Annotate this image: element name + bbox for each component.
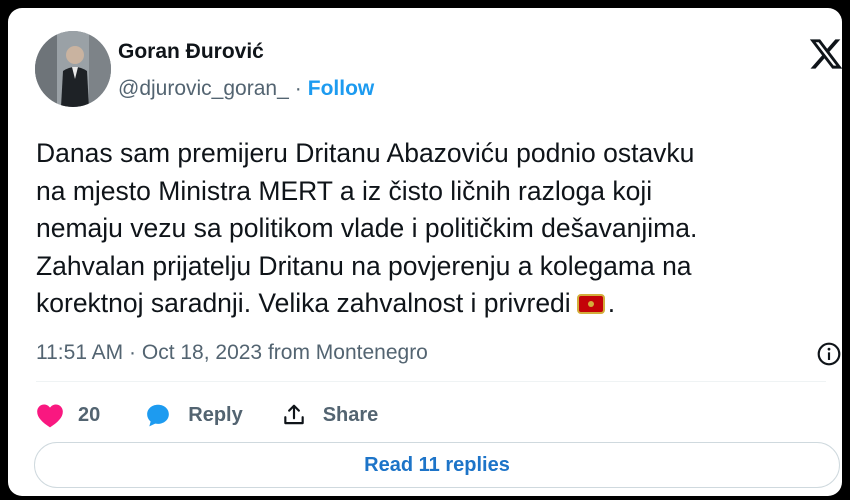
tweet-date[interactable]: Oct 18, 2023 [142, 341, 262, 364]
tweet-trailing-punct: . [607, 288, 616, 318]
tweet-time[interactable]: 11:51 AM [36, 341, 123, 364]
divider [36, 381, 826, 382]
tweet-text: Danas sam premijeru Dritanu Abazoviću po… [36, 135, 826, 323]
tweet-line-last: korektnoj saradnji. Velika zahvalnost i … [36, 285, 826, 323]
read-replies-button[interactable]: Read 11 replies [34, 442, 840, 488]
follow-button[interactable]: Follow [308, 77, 375, 100]
action-bar: 20 Reply Share [36, 398, 378, 432]
separator-dot: · [129, 341, 137, 364]
share-icon [283, 404, 304, 425]
like-count: 20 [78, 403, 101, 426]
profile-photo [35, 31, 111, 107]
tweet-line: korektnoj saradnji. Velika zahvalnost i … [36, 288, 571, 318]
author-name[interactable]: Goran Đurović [118, 40, 264, 64]
separator-dot: · [294, 77, 302, 100]
author-handle[interactable]: @djurovic_goran_ [118, 77, 289, 100]
tweet-line: Danas sam premijeru Dritanu Abazoviću po… [36, 138, 695, 168]
share-label: Share [322, 403, 379, 426]
reply-label: Reply [188, 403, 243, 426]
tweet-meta: 11:51 AM · Oct 18, 2023 from Montenegro [36, 341, 428, 365]
tweet-line: Zahvalan prijatelju Dritanu na povjerenj… [36, 250, 692, 281]
heart-icon [37, 404, 63, 428]
share-button[interactable]: Share [281, 402, 379, 428]
reply-button[interactable]: Reply [144, 402, 243, 428]
read-replies-label: Read 11 replies [364, 453, 510, 476]
like-button[interactable]: 20 [36, 402, 100, 428]
tweet-card: Goran Đurović @djurovic_goran_ · Follow Da… [8, 8, 842, 496]
author-handle-row: @djurovic_goran_ · Follow [118, 77, 374, 101]
tweet-location: from Montenegro [267, 341, 428, 364]
reply-bubble-icon [147, 404, 170, 427]
avatar[interactable] [35, 31, 111, 107]
x-logo-icon[interactable] [808, 36, 842, 72]
info-icon[interactable] [816, 341, 842, 367]
tweet-line: na mjesto Ministra MERT a iz čisto lični… [36, 175, 653, 206]
tweet-line: nemaju vezu sa politikom vlade i politič… [36, 213, 698, 243]
flag-montenegro-icon [576, 294, 605, 314]
